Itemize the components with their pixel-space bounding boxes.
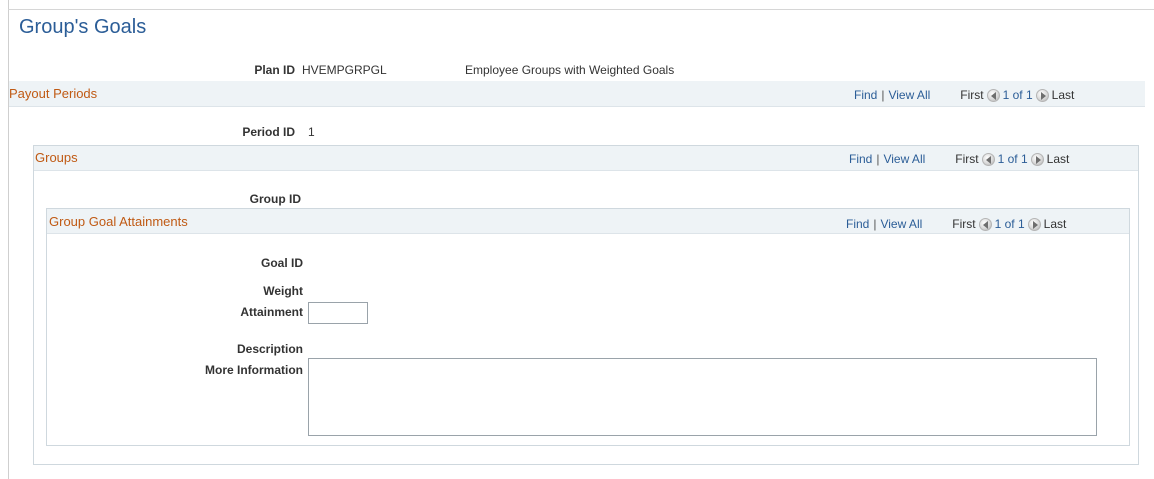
payout-periods-view-all-link[interactable]: View All (888, 88, 930, 102)
next-arrow-icon[interactable] (1027, 217, 1041, 231)
page-title: Group's Goals (19, 16, 147, 38)
goal-attainments-nav: Find | View All First 1 of 1 Last (846, 217, 1066, 231)
previous-arrow-icon[interactable] (986, 88, 1000, 102)
groups-last-label: Last (1046, 152, 1070, 166)
weight-label: Weight (263, 284, 303, 298)
next-arrow-icon[interactable] (1030, 152, 1044, 166)
goal-attainments-view-all-link[interactable]: View All (880, 217, 922, 231)
plan-id-value: HVEMPGRPGL (302, 63, 387, 77)
nav-separator: | (873, 217, 877, 231)
period-id-label: Period ID (242, 125, 295, 139)
goal-id-label: Goal ID (260, 256, 303, 270)
description-label: Description (236, 342, 303, 356)
nav-separator: | (876, 152, 880, 166)
goal-attainments-title: Group Goal Attainments (49, 214, 188, 229)
payout-periods-nav: Find | View All First 1 of 1 Last (854, 88, 1074, 102)
payout-periods-find-link[interactable]: Find (854, 88, 877, 102)
groups-title: Groups (35, 150, 78, 165)
attainment-label: Attainment (240, 305, 303, 319)
attainment-input[interactable] (308, 302, 368, 324)
payout-periods-first-label: First (960, 88, 984, 102)
goal-attainments-last-label: Last (1043, 217, 1067, 231)
groups-nav: Find | View All First 1 of 1 Last (849, 152, 1069, 166)
page-top-border (8, 9, 1154, 10)
goal-attainments-count: 1 of 1 (994, 217, 1025, 231)
payout-periods-title: Payout Periods (9, 86, 98, 101)
more-information-textarea[interactable] (308, 358, 1097, 436)
more-information-label: More Information (205, 363, 303, 377)
goal-attainments-find-link[interactable]: Find (846, 217, 869, 231)
goal-attainments-first-label: First (952, 217, 976, 231)
period-id-value: 1 (308, 125, 315, 139)
groups-find-link[interactable]: Find (849, 152, 872, 166)
group-id-label: Group ID (249, 192, 301, 206)
page-left-border (8, 0, 9, 479)
payout-periods-last-label: Last (1051, 88, 1075, 102)
payout-periods-count: 1 of 1 (1002, 88, 1033, 102)
nav-separator: | (881, 88, 885, 102)
groups-count: 1 of 1 (997, 152, 1028, 166)
next-arrow-icon[interactable] (1035, 88, 1049, 102)
previous-arrow-icon[interactable] (978, 217, 992, 231)
previous-arrow-icon[interactable] (981, 152, 995, 166)
groups-first-label: First (955, 152, 979, 166)
plan-description: Employee Groups with Weighted Goals (465, 63, 675, 77)
plan-id-label: Plan ID (254, 63, 295, 77)
groups-view-all-link[interactable]: View All (883, 152, 925, 166)
